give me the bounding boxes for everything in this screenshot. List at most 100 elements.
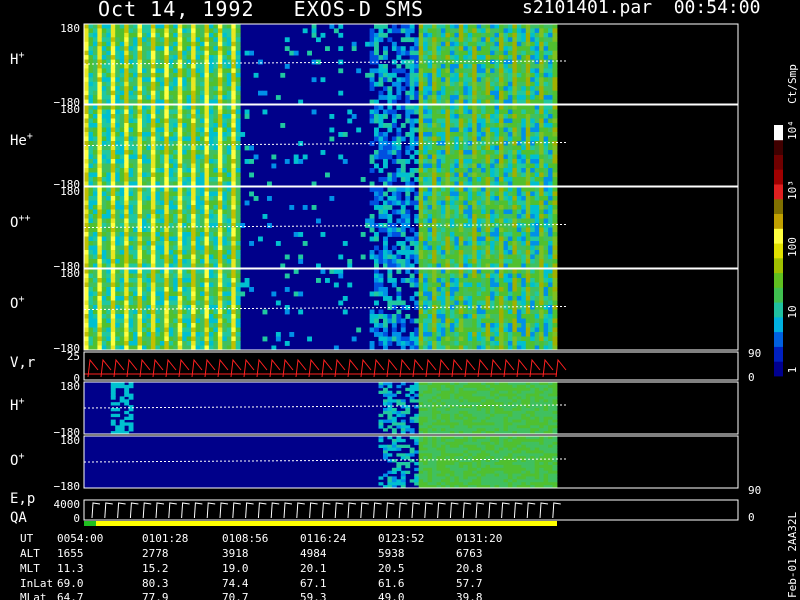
spectrum-cell (454, 77, 460, 83)
spectrum-cell (137, 250, 143, 255)
spectrum-cell (204, 46, 210, 51)
spectrum-cell (106, 209, 112, 215)
spectrum-cell (387, 105, 393, 110)
spectrum-cell (507, 141, 513, 146)
spectrum-cell (217, 163, 223, 169)
spectrum-cell (534, 168, 540, 173)
spectrum-cell (195, 318, 201, 324)
spectrum-cell (182, 309, 188, 315)
spectrum-cell (133, 145, 138, 151)
spectrum-cell (463, 168, 469, 173)
spectrum-cell (432, 172, 437, 178)
spectrum-cell (222, 241, 228, 246)
spectrum-cell (396, 341, 402, 346)
spectrum-cell (119, 227, 125, 233)
spectrum-cell (512, 245, 518, 251)
spectrum-cell (217, 282, 223, 288)
spectrum-cell (454, 314, 460, 319)
spectrum-cell (110, 127, 116, 133)
spectrum-cell (467, 254, 473, 260)
spectrum-cell (454, 196, 460, 201)
spectrum-cell (494, 46, 500, 51)
spectrum-cell (436, 200, 442, 206)
spectrum-cell (182, 123, 188, 128)
spectrum-cell (516, 154, 522, 160)
spectrum-cell (525, 127, 531, 133)
spectrum-cell (423, 81, 428, 87)
spectrum-cell (200, 259, 205, 264)
spectrum-cell (217, 296, 223, 301)
spectrum-cell (124, 28, 130, 34)
spectrum-cell (503, 59, 509, 65)
spectrum-cell (164, 68, 170, 74)
spectrum-cell (137, 296, 143, 301)
spectrum-cell (485, 159, 491, 164)
spectrum-cell (164, 241, 170, 246)
spectrum-cell (396, 77, 402, 83)
spectrum-cell (525, 132, 531, 137)
spectrum-cell (128, 163, 134, 169)
spectrum-cell (499, 132, 504, 137)
spectrum-cell (441, 278, 446, 283)
spectrum-cell (548, 118, 553, 124)
spectrum-cell (378, 145, 384, 151)
spectrum-cell (217, 305, 223, 310)
spectrum-cell (137, 68, 143, 74)
spectrum-cell (530, 109, 536, 115)
spectrum-cell (159, 327, 165, 333)
spectrum-cell (414, 196, 420, 201)
spectrum-cell (115, 341, 121, 346)
spectrum-cell (490, 59, 495, 65)
spectrum-cell (427, 269, 433, 274)
spectrum-cell (106, 24, 112, 29)
spectrum-cell (182, 150, 188, 155)
spectrum-cell (409, 105, 415, 110)
spectrum-cell (110, 32, 116, 38)
spectrum-cell (369, 309, 375, 315)
spectrum-cell (463, 150, 469, 155)
spectrum-cell (110, 64, 116, 69)
spectrum-cell (499, 168, 504, 173)
spectrum-cell (137, 314, 143, 319)
spectrum-cell (503, 136, 509, 142)
spectrum-cell (173, 287, 179, 292)
spectrum-cell (92, 150, 98, 155)
spectrum-cell (454, 218, 460, 224)
spectrum-cell (552, 64, 558, 69)
spectrum-cell (467, 95, 473, 100)
spectrum-cell (258, 236, 263, 242)
spectrum-cell (458, 86, 464, 91)
spectrum-cell (552, 55, 558, 60)
spectrum-cell (418, 296, 424, 301)
spectrum-cell (173, 341, 179, 346)
spectrum-cell (548, 28, 553, 34)
spectrum-cell (374, 109, 379, 115)
spectrum-cell (110, 327, 116, 333)
spectrum-cell (173, 327, 179, 333)
spectrum-cell (525, 177, 531, 182)
spectrum-cell (106, 123, 112, 128)
spectrum-cell (106, 327, 112, 333)
spectrum-cell (476, 64, 482, 69)
spectrum-cell (423, 41, 428, 47)
spectrum-cell (195, 287, 201, 292)
spectrum-cell (119, 236, 125, 242)
spectrum-cell (409, 296, 415, 301)
spectrum-cell (164, 55, 170, 60)
spectrum-cell (543, 159, 549, 164)
spectrum-cell (128, 296, 134, 301)
spectrum-cell (159, 177, 165, 182)
spectrum-cell (391, 318, 397, 324)
spectrum-cell (436, 218, 442, 224)
spectrum-cell (507, 41, 513, 47)
spectrum-cell (427, 37, 433, 43)
spectrum-cell (387, 154, 393, 160)
spectrum-cell (481, 254, 486, 260)
spectrum-cell (142, 123, 147, 128)
spectrum-cell (503, 77, 509, 83)
spectrum-cell (516, 123, 522, 128)
spectrum-cell (110, 341, 116, 346)
spectrum-cell (418, 72, 424, 78)
spectrum-cell (186, 269, 192, 274)
spectrum-cell (235, 50, 241, 56)
